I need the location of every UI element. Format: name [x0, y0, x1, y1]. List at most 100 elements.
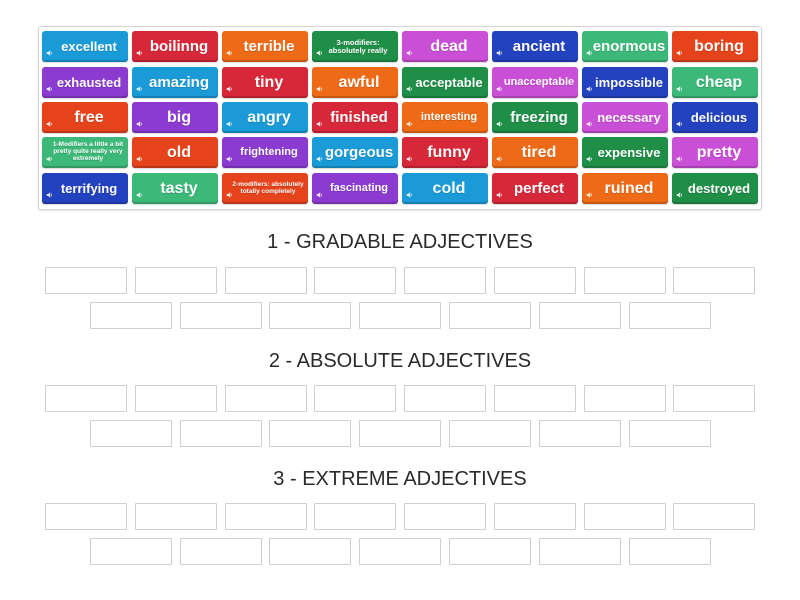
- drop-slot[interactable]: [90, 420, 172, 447]
- drop-slot[interactable]: [180, 538, 262, 565]
- speaker-icon[interactable]: [496, 43, 503, 56]
- word-tile[interactable]: impossible: [582, 67, 668, 98]
- speaker-icon[interactable]: [316, 79, 323, 92]
- word-tile[interactable]: awful: [312, 67, 398, 98]
- word-tile[interactable]: 2-modifiers: absolutely totally complete…: [222, 173, 308, 204]
- speaker-icon[interactable]: [46, 149, 53, 162]
- drop-slot[interactable]: [539, 302, 621, 329]
- drop-slot[interactable]: [449, 420, 531, 447]
- drop-slot[interactable]: [314, 267, 396, 294]
- word-tile[interactable]: pretty: [672, 137, 758, 168]
- drop-slot[interactable]: [629, 538, 711, 565]
- drop-slot[interactable]: [673, 385, 755, 412]
- drop-slot[interactable]: [494, 267, 576, 294]
- speaker-icon[interactable]: [136, 79, 143, 92]
- word-tile[interactable]: old: [132, 137, 218, 168]
- speaker-icon[interactable]: [316, 43, 323, 56]
- speaker-icon[interactable]: [316, 149, 323, 162]
- drop-slot[interactable]: [539, 538, 621, 565]
- drop-slot[interactable]: [90, 302, 172, 329]
- drop-slot[interactable]: [404, 503, 486, 530]
- word-tile[interactable]: destroyed: [672, 173, 758, 204]
- drop-slot[interactable]: [45, 385, 127, 412]
- speaker-icon[interactable]: [586, 185, 593, 198]
- speaker-icon[interactable]: [226, 114, 233, 127]
- word-tile[interactable]: perfect: [492, 173, 578, 204]
- word-tile[interactable]: freezing: [492, 102, 578, 133]
- word-tile[interactable]: angry: [222, 102, 308, 133]
- speaker-icon[interactable]: [136, 114, 143, 127]
- speaker-icon[interactable]: [586, 43, 593, 56]
- drop-slot[interactable]: [269, 538, 351, 565]
- drop-slot[interactable]: [225, 267, 307, 294]
- drop-slot[interactable]: [629, 302, 711, 329]
- drop-slot[interactable]: [180, 302, 262, 329]
- word-tile[interactable]: tired: [492, 137, 578, 168]
- speaker-icon[interactable]: [136, 149, 143, 162]
- word-tile[interactable]: dead: [402, 31, 488, 62]
- drop-slot[interactable]: [45, 267, 127, 294]
- speaker-icon[interactable]: [496, 185, 503, 198]
- drop-slot[interactable]: [314, 503, 396, 530]
- word-tile[interactable]: 1-Modifiers a little a bit pretty quite …: [42, 137, 128, 168]
- drop-slot[interactable]: [359, 538, 441, 565]
- word-tile[interactable]: amazing: [132, 67, 218, 98]
- word-tile[interactable]: boring: [672, 31, 758, 62]
- word-tile[interactable]: finished: [312, 102, 398, 133]
- drop-slot[interactable]: [449, 302, 531, 329]
- word-tile[interactable]: tiny: [222, 67, 308, 98]
- speaker-icon[interactable]: [226, 43, 233, 56]
- speaker-icon[interactable]: [586, 149, 593, 162]
- drop-slot[interactable]: [225, 503, 307, 530]
- word-tile[interactable]: delicious: [672, 102, 758, 133]
- speaker-icon[interactable]: [46, 79, 53, 92]
- drop-slot[interactable]: [90, 538, 172, 565]
- word-tile[interactable]: gorgeous: [312, 137, 398, 168]
- drop-slot[interactable]: [584, 267, 666, 294]
- drop-slot[interactable]: [269, 302, 351, 329]
- word-tile[interactable]: frightening: [222, 137, 308, 168]
- speaker-icon[interactable]: [136, 43, 143, 56]
- word-tile[interactable]: tasty: [132, 173, 218, 204]
- word-tile[interactable]: cheap: [672, 67, 758, 98]
- word-tile[interactable]: interesting: [402, 102, 488, 133]
- drop-slot[interactable]: [135, 385, 217, 412]
- speaker-icon[interactable]: [46, 185, 53, 198]
- drop-slot[interactable]: [135, 267, 217, 294]
- speaker-icon[interactable]: [226, 149, 233, 162]
- word-tile[interactable]: 3-modifiers: absolutely really: [312, 31, 398, 62]
- word-tile[interactable]: necessary: [582, 102, 668, 133]
- speaker-icon[interactable]: [496, 79, 503, 92]
- drop-slot[interactable]: [404, 267, 486, 294]
- speaker-icon[interactable]: [406, 185, 413, 198]
- drop-slot[interactable]: [584, 385, 666, 412]
- word-tile[interactable]: boilinng: [132, 31, 218, 62]
- speaker-icon[interactable]: [406, 114, 413, 127]
- speaker-icon[interactable]: [676, 149, 683, 162]
- drop-slot[interactable]: [449, 538, 531, 565]
- drop-slot[interactable]: [225, 385, 307, 412]
- word-tile[interactable]: enormous: [582, 31, 668, 62]
- word-tile[interactable]: free: [42, 102, 128, 133]
- drop-slot[interactable]: [359, 302, 441, 329]
- speaker-icon[interactable]: [136, 185, 143, 198]
- drop-slot[interactable]: [135, 503, 217, 530]
- drop-slot[interactable]: [673, 503, 755, 530]
- drop-slot[interactable]: [494, 503, 576, 530]
- drop-slot[interactable]: [584, 503, 666, 530]
- speaker-icon[interactable]: [496, 149, 503, 162]
- word-tile[interactable]: expensive: [582, 137, 668, 168]
- word-tile[interactable]: exhausted: [42, 67, 128, 98]
- speaker-icon[interactable]: [406, 43, 413, 56]
- drop-slot[interactable]: [45, 503, 127, 530]
- drop-slot[interactable]: [314, 385, 396, 412]
- speaker-icon[interactable]: [676, 114, 683, 127]
- word-tile[interactable]: acceptable: [402, 67, 488, 98]
- speaker-icon[interactable]: [496, 114, 503, 127]
- drop-slot[interactable]: [359, 420, 441, 447]
- drop-slot[interactable]: [180, 420, 262, 447]
- word-tile[interactable]: big: [132, 102, 218, 133]
- speaker-icon[interactable]: [586, 114, 593, 127]
- speaker-icon[interactable]: [676, 185, 683, 198]
- speaker-icon[interactable]: [226, 185, 233, 198]
